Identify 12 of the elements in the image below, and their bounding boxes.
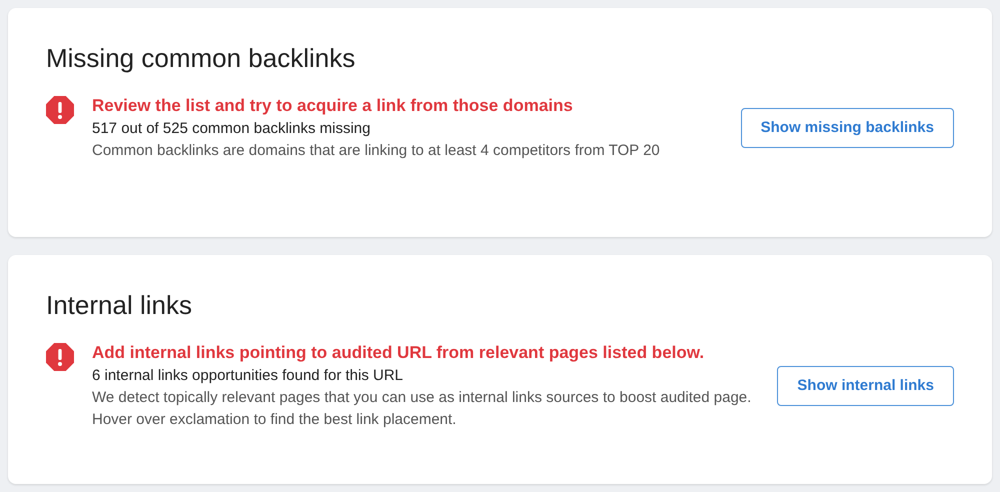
alert-description: We detect topically relevant pages that you can use as internal links sources to boost audited page. Hover over exclamation to find the best link placement.	[92, 388, 752, 430]
alert-icon	[46, 96, 74, 124]
card-title: Internal links	[46, 289, 193, 321]
alert-headline: Review the list and try to acquire a link from those domains	[92, 95, 574, 117]
alert-icon	[46, 343, 74, 371]
alert-summary: 6 internal links opportunities found for this URL	[92, 366, 404, 386]
card-title: Missing common backlinks	[46, 42, 356, 74]
show-button[interactable]: Show internal links	[777, 366, 954, 406]
alert-summary: 517 out of 525 common backlinks missing	[92, 119, 372, 139]
alert-description: Common backlinks are domains that are linking to at least 4 competitors from TOP 20	[92, 141, 660, 161]
show-button[interactable]: Show missing backlinks	[740, 108, 954, 148]
alert-headline: Add internal links pointing to audited URL from relevant pages listed below.	[92, 342, 706, 364]
